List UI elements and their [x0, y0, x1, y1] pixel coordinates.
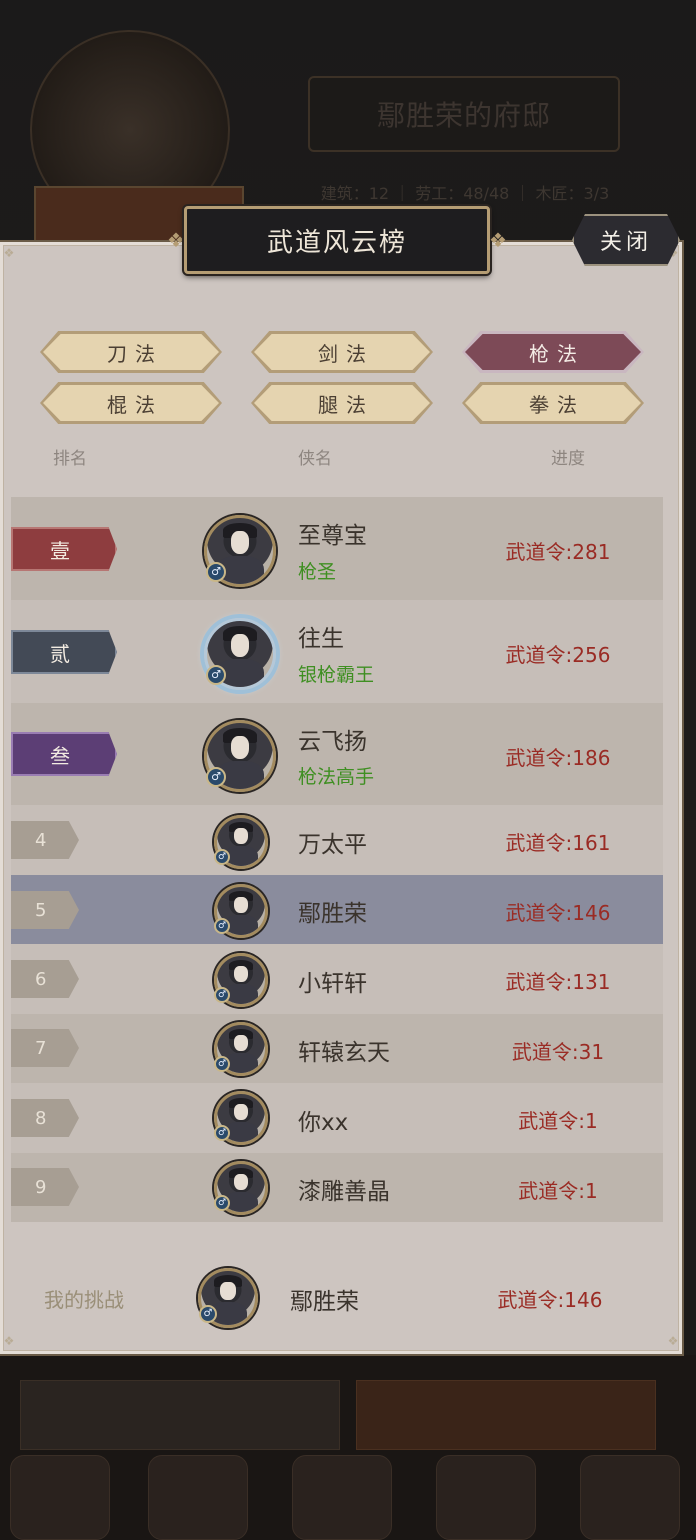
male-gender-icon: ♂: [214, 1056, 230, 1072]
tab-gun[interactable]: 棍法: [40, 382, 222, 424]
player-title: 枪法高手: [298, 766, 375, 788]
rank-tag: 7: [11, 1029, 79, 1067]
player-score: 武道令:256: [505, 643, 611, 667]
player-name: 至尊宝: [298, 523, 367, 549]
tab-qiang[interactable]: 枪法: [462, 331, 644, 373]
corner-ornament-icon: ❖: [3, 1334, 15, 1348]
male-gender-icon: ♂: [214, 1195, 230, 1211]
player-score: 武道令:1: [518, 1179, 598, 1203]
nav-icon: [436, 1455, 536, 1540]
male-gender-icon: ♂: [214, 987, 230, 1003]
player-name: 你xx: [298, 1110, 349, 1136]
player-score: 武道令:31: [511, 1040, 605, 1064]
player-score: 武道令:281: [505, 540, 611, 564]
rank-tag: 5: [11, 891, 79, 929]
player-score: 武道令:131: [505, 970, 611, 994]
male-gender-icon: ♂: [206, 562, 226, 582]
player-score: 武道令:186: [505, 746, 611, 770]
male-gender-icon: ♂: [214, 849, 230, 865]
corner-ornament-icon: ❖: [3, 246, 15, 260]
player-score: 武道令:1: [518, 1109, 598, 1133]
player-score: 武道令:146: [505, 901, 611, 925]
mansion-title: 鄢胜荣的府邸: [308, 76, 620, 152]
mansion-stats: 建筑：12 ｜ 劳工：48/48 ｜ 木匠：3/3: [320, 184, 610, 203]
rank-tag: 6: [11, 960, 79, 998]
corner-ornament-icon: ❖: [667, 1334, 679, 1348]
nav-icon: [292, 1455, 392, 1540]
rank-tag: 4: [11, 821, 79, 859]
player-name: 云飞扬: [298, 729, 367, 755]
scene-block-right: [356, 1380, 656, 1450]
close-button[interactable]: 关闭: [572, 214, 680, 266]
male-gender-icon: ♂: [214, 918, 230, 934]
panel-title: 武道风云榜: [184, 206, 490, 274]
rank-medal: 叁: [11, 732, 117, 776]
rank-tag: 8: [11, 1099, 79, 1137]
male-gender-icon: ♂: [214, 1125, 230, 1141]
player-score: 武道令:161: [505, 831, 611, 855]
my-name: 鄢胜荣: [290, 1289, 359, 1315]
title-ornament-right-icon: ❖: [489, 228, 507, 252]
column-header-progress: 进度: [551, 449, 585, 469]
tab-jian[interactable]: 剑法: [251, 331, 433, 373]
rank-tag: 9: [11, 1168, 79, 1206]
tab-tui[interactable]: 腿法: [251, 382, 433, 424]
player-name: 鄢胜荣: [298, 901, 367, 927]
rank-medal: 壹: [11, 527, 117, 571]
player-name: 往生: [298, 626, 344, 652]
player-title: 银枪霸王: [298, 664, 375, 686]
player-name: 小轩轩: [298, 971, 367, 997]
male-gender-icon: ♂: [206, 767, 226, 787]
player-name: 漆雕善晶: [298, 1179, 390, 1205]
nav-icon: [10, 1455, 110, 1540]
male-gender-icon: ♂: [206, 665, 226, 685]
player-name: 轩辕玄天: [298, 1040, 390, 1066]
tab-quan[interactable]: 拳法: [462, 382, 644, 424]
player-title: 枪圣: [298, 561, 337, 583]
my-score: 武道令:146: [497, 1288, 603, 1312]
column-header-name: 侠名: [298, 449, 332, 469]
player-name: 万太平: [298, 832, 367, 858]
male-gender-icon: ♂: [199, 1305, 217, 1323]
nav-icon: [580, 1455, 680, 1540]
scene-block-left: [20, 1380, 340, 1450]
nav-icon: [148, 1455, 248, 1540]
rank-medal: 贰: [11, 630, 117, 674]
column-header-rank: 排名: [53, 449, 87, 469]
my-challenge-label: 我的挑战: [44, 1288, 124, 1312]
tab-dao[interactable]: 刀法: [40, 331, 222, 373]
